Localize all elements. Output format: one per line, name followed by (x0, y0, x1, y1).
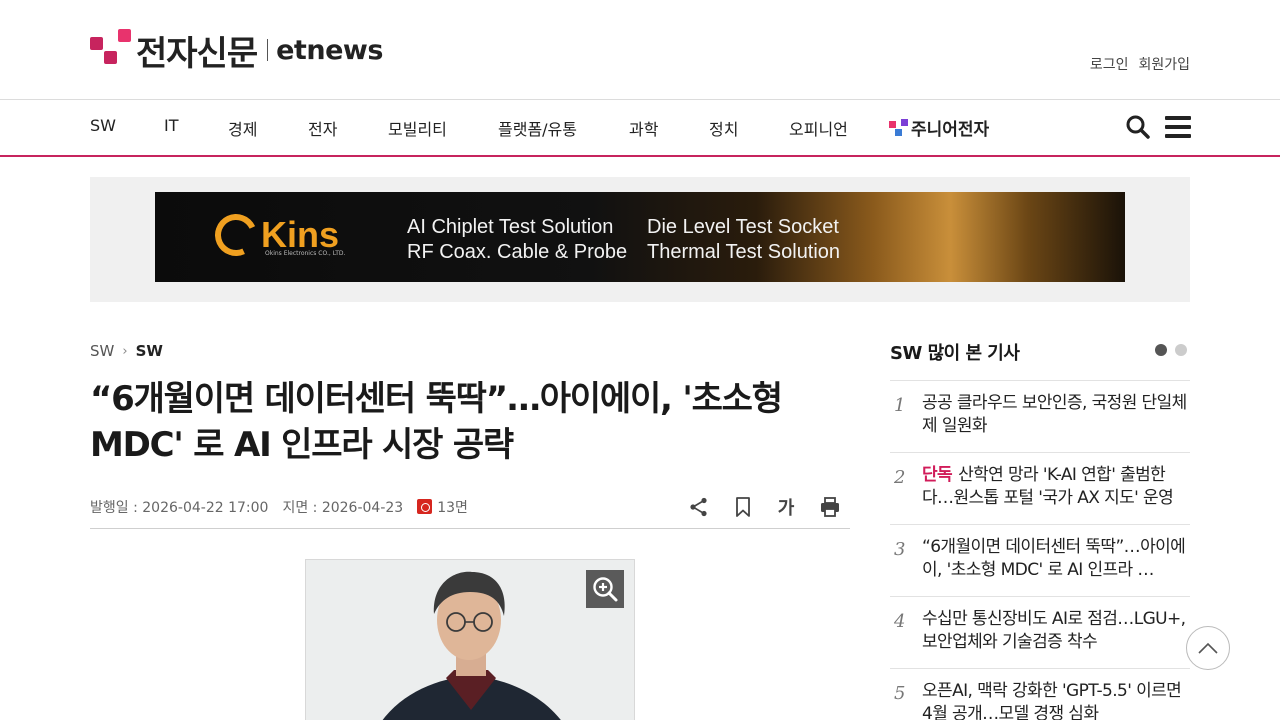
nav-item-science[interactable]: 과학 (629, 116, 658, 140)
article-meta: 발행일 : 2026-04-22 17:00 지면 : 2026-04-23 1… (90, 497, 468, 517)
rank-number: 1 (894, 395, 906, 416)
nav-item-sw[interactable]: SW (90, 116, 116, 135)
nav-item-junior[interactable]: 주니어전자 (889, 115, 989, 140)
article-title: “6개월이면 데이터센터 뚝딱”…아이에이, '초소형 MDC' 로 AI 인프… (90, 376, 850, 468)
nav-item-economy[interactable]: 경제 (228, 116, 257, 140)
breadcrumb-current[interactable]: SW (136, 342, 163, 360)
rank-headline[interactable]: 수십만 통신장비도 AI로 점검…LGU+, 보안업체와 기술검증 착수 (922, 608, 1190, 656)
logo-mark-icon (90, 29, 132, 71)
list-item[interactable]: 4 수십만 통신장비도 AI로 점검…LGU+, 보안업체와 기술검증 착수 (890, 596, 1190, 668)
menu-button[interactable] (1165, 116, 1191, 138)
print-button[interactable] (817, 494, 843, 520)
pdf-icon (417, 499, 433, 514)
ad-text-line4: Thermal Test Solution (647, 241, 841, 263)
ad-ring-icon (209, 208, 263, 262)
zoom-button[interactable] (586, 570, 624, 608)
scroll-top-button[interactable] (1186, 626, 1230, 670)
list-item[interactable]: 3 “6개월이면 데이터센터 뚝딱”…아이에이, '초소형 MDC' 로 AI … (890, 524, 1190, 596)
ad-brand-sub: Okins Electronics CO., LTD. (265, 250, 346, 257)
page-number: 13면 (437, 500, 468, 516)
nav-item-junior-label: 주니어전자 (911, 120, 990, 140)
junior-logo-icon (889, 118, 909, 137)
carousel-dot-active[interactable] (1155, 344, 1167, 356)
print-date: 2026-04-23 (321, 500, 404, 516)
nav-item-politics[interactable]: 정치 (709, 116, 738, 140)
most-viewed-list: 1 공공 클라우드 보안인증, 국정원 단일체제 일원화 2 단독 산학연 망라 … (890, 380, 1190, 720)
list-item[interactable]: 2 단독 산학연 망라 'K-AI 연합' 출범한다…원스톱 포털 '국가 AX … (890, 452, 1190, 524)
list-item[interactable]: 5 오픈AI, 맥락 강화한 'GPT-5.5' 이르면 4월 공개…모델 경쟁… (890, 668, 1190, 720)
login-link[interactable]: 로그인 (1090, 54, 1129, 74)
main-nav: SW IT 경제 전자 모빌리티 플랫폼/유통 과학 정치 오피니언 주니어전자 (0, 100, 1280, 157)
sidebar-title: SW 많이 본 기사 (890, 343, 1020, 364)
pdf-page-link[interactable]: 13면 (417, 497, 468, 517)
site-header: 전자신문 etnews 로그인 회원가입 (0, 0, 1280, 100)
rank-number: 3 (894, 539, 906, 560)
breadcrumb-section[interactable]: SW (90, 342, 114, 360)
share-button[interactable] (686, 494, 712, 520)
search-button[interactable] (1125, 114, 1151, 140)
rank-headline[interactable]: 오픈AI, 맥락 강화한 'GPT-5.5' 이르면 4월 공개…모델 경쟁 심… (922, 680, 1190, 720)
share-icon (690, 497, 707, 517)
ad-text-line2: RF Coax. Cable & Probe (407, 241, 628, 263)
site-logo[interactable]: 전자신문 etnews (90, 24, 383, 76)
signup-link[interactable]: 회원가입 (1138, 54, 1190, 74)
rank-headline[interactable]: 단독 산학연 망라 'K-AI 연합' 출범한다…원스톱 포털 '국가 AX 지도… (922, 464, 1190, 512)
nav-item-opinion[interactable]: 오피니언 (789, 116, 848, 140)
published-info: 발행일 : 2026-04-22 17:00 (90, 500, 269, 516)
font-size-button[interactable]: 가 (773, 494, 799, 520)
logo-korean-text: 전자신문 (136, 33, 258, 74)
ad-text-line3: Die Level Test Socket (647, 216, 839, 238)
rank-number: 2 (894, 467, 906, 488)
article-title-line2: MDC' 로 AI 인프라 시장 공략 (90, 425, 514, 465)
list-item[interactable]: 1 공공 클라우드 보안인증, 국정원 단일체제 일원화 (890, 380, 1190, 452)
nav-item-electronics[interactable]: 전자 (308, 116, 337, 140)
nav-item-it[interactable]: IT (164, 116, 179, 135)
printer-icon (821, 497, 839, 517)
carousel-dots (1155, 344, 1187, 356)
print-info: 지면 : 2026-04-23 (282, 500, 404, 516)
rank-number: 4 (894, 611, 906, 632)
auth-links: 로그인 회원가입 (1090, 54, 1190, 74)
exclusive-badge: 단독 (922, 465, 953, 485)
chevron-up-icon (1198, 642, 1218, 654)
chevron-right-icon: › (122, 343, 128, 359)
article-tools: 가 (686, 494, 850, 522)
logo-divider (267, 39, 269, 61)
published-date: 2026-04-22 17:00 (142, 500, 269, 516)
ad-banner[interactable]: Kins Okins Electronics CO., LTD. AI Chip… (155, 192, 1125, 282)
nav-item-mobility[interactable]: 모빌리티 (388, 116, 447, 140)
ad-banner-area: Kins Okins Electronics CO., LTD. AI Chip… (90, 177, 1190, 302)
article-title-line1: “6개월이면 데이터센터 뚝딱”…아이에이, '초소형 (90, 379, 783, 419)
search-icon (1126, 115, 1150, 139)
bookmark-icon (736, 497, 750, 517)
zoom-in-icon (593, 577, 618, 602)
rank-headline[interactable]: 공공 클라우드 보안인증, 국정원 단일체제 일원화 (922, 392, 1190, 440)
rank-headline[interactable]: “6개월이면 데이터센터 뚝딱”…아이에이, '초소형 MDC' 로 AI 인프… (922, 536, 1190, 584)
rank-number: 5 (894, 683, 906, 704)
breadcrumb: SW › SW (90, 342, 163, 360)
carousel-dot[interactable] (1175, 344, 1187, 356)
hamburger-icon (1165, 116, 1191, 120)
bookmark-button[interactable] (730, 494, 756, 520)
meta-divider (90, 528, 850, 529)
logo-english-text: etnews (276, 34, 383, 66)
nav-item-platform[interactable]: 플랫폼/유통 (498, 116, 577, 140)
ad-text-line1: AI Chiplet Test Solution (407, 216, 614, 238)
